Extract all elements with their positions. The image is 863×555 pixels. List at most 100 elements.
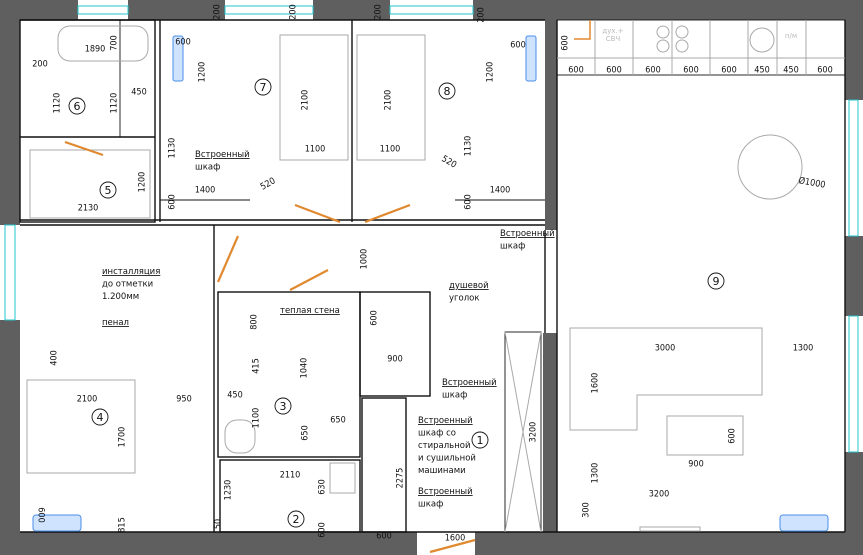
dimension-label: 1890 xyxy=(85,45,106,55)
dimension-label: 800 xyxy=(250,314,260,329)
dimension-label: 815 xyxy=(118,517,128,532)
annotation-wardrobe-room8: Встроенный xyxy=(500,229,555,239)
dimension-label: 1100 xyxy=(252,408,262,429)
window xyxy=(77,5,129,15)
dimension-label: 650 xyxy=(301,425,311,440)
dimension-label: 520 xyxy=(259,176,277,192)
dimension-label: 1000 xyxy=(360,249,370,270)
dimension-label: 1600 xyxy=(591,373,601,394)
dimension-label: 2100 xyxy=(77,395,98,405)
radiator xyxy=(779,514,829,532)
annotation-wardrobe-corridor: Встроенный xyxy=(442,378,497,388)
room-number: 9 xyxy=(713,275,720,288)
dimension-label: 200 xyxy=(477,7,487,22)
annotation-wardrobe-bottom: Встроенный xyxy=(418,487,473,497)
kitchen-counter xyxy=(556,19,846,76)
dimension-label: 1400 xyxy=(490,186,511,196)
dimension-label: 2130 xyxy=(78,204,99,214)
dimension-label: 1200 xyxy=(198,62,208,83)
dimension-label: 950 xyxy=(176,395,191,405)
dimension-label: 450 xyxy=(754,66,769,76)
dimension-label: 900 xyxy=(688,460,703,470)
dimension-label: 600 xyxy=(728,428,738,443)
dimension-label: 450 xyxy=(131,88,146,98)
dimension-label: 300 xyxy=(582,502,592,517)
dimension-label: 1200 xyxy=(486,62,496,83)
room-number: 6 xyxy=(74,100,81,113)
dimension-label: 50 xyxy=(214,519,224,529)
room-number: 4 xyxy=(97,411,104,424)
dimension-label: 3200 xyxy=(649,490,670,500)
dimension-label: 1600 xyxy=(445,534,466,544)
dimension-label: 2275 xyxy=(396,468,406,489)
dimension-label: 2100 xyxy=(301,90,311,111)
dimension-label: 600 xyxy=(561,35,571,50)
window xyxy=(224,5,314,15)
dimension-label: 1400 xyxy=(195,186,216,196)
kitchen-label-oven: дух.+ xyxy=(602,27,623,35)
dimension-label: 2100 xyxy=(384,90,394,111)
window xyxy=(4,224,16,321)
dimension-label: 520 xyxy=(440,154,458,170)
labels: 200 200 200 2001890 7002001120 11204506001200… xyxy=(32,4,832,543)
dimension-label: 600 xyxy=(376,532,391,542)
annotation-wardrobe-laundry: машинами xyxy=(418,466,466,476)
floor-plan: 200 200 200 2001890 7002001120 11204506001200… xyxy=(0,0,863,555)
annotation-wardrobe-room8: шкаф xyxy=(500,242,525,252)
dimension-label: 700 xyxy=(110,35,120,50)
dimension-label: 3200 xyxy=(529,422,539,443)
dimension-label: 600 xyxy=(370,310,380,325)
annotation-shower: душевой xyxy=(449,281,489,291)
dimension-label: 600 xyxy=(817,66,832,76)
kitchen-label-dishwasher: п/м xyxy=(785,32,797,40)
dimension-label: 200 xyxy=(289,4,299,19)
room-number: 1 xyxy=(477,434,484,447)
annotation-pencil-case: пенал xyxy=(102,318,129,328)
dimension-label: 600 xyxy=(175,38,190,48)
dimension-label: 600 xyxy=(36,507,46,522)
annotation-wardrobe-room7: шкаф xyxy=(195,163,220,173)
dimension-label: 200 xyxy=(213,4,223,19)
dimension-label: 2110 xyxy=(280,471,301,481)
window xyxy=(389,5,474,15)
dimension-label: 1120 xyxy=(53,93,63,114)
dimension-label: 900 xyxy=(387,355,402,365)
dimension-label: 1300 xyxy=(793,344,814,354)
dimension-label: 600 xyxy=(721,66,736,76)
dimension-label: 450 xyxy=(227,391,242,401)
dimension-label: 600 xyxy=(168,194,178,209)
annotation-wardrobe-laundry: и сушильной xyxy=(418,454,476,464)
dimension-label: 1120 xyxy=(110,93,120,114)
room-number: 5 xyxy=(105,184,112,197)
annotation-wardrobe-laundry: стиральной xyxy=(418,441,470,451)
annotation-installation: 1.200мм xyxy=(102,292,139,302)
furniture xyxy=(26,25,803,532)
dimension-label: 200 xyxy=(374,4,384,19)
annotation-installation: до отметки xyxy=(102,280,153,290)
dimension-label: 600 xyxy=(568,66,583,76)
dimension-label: 1130 xyxy=(464,136,474,157)
dimension-label: 1100 xyxy=(380,145,401,155)
dimension-label: 630 xyxy=(318,479,328,494)
dimension-label: 600 xyxy=(645,66,660,76)
annotation-installation: инсталляция xyxy=(102,267,160,277)
dimension-label: 415 xyxy=(252,358,262,373)
dimension-label: 200 xyxy=(32,60,47,70)
room-number: 2 xyxy=(293,513,300,526)
dimension-label: 600 xyxy=(464,194,474,209)
annotation-wardrobe-bottom: шкаф xyxy=(418,500,443,510)
annotation-wardrobe-laundry: Встроенный xyxy=(418,416,473,426)
window xyxy=(848,99,859,237)
room-number: 7 xyxy=(260,81,267,94)
kitchen-label-oven: СВЧ xyxy=(606,35,621,43)
dimension-label: 1100 xyxy=(305,145,326,155)
dimension-label: 1130 xyxy=(168,138,178,159)
dimension-label: 600 xyxy=(318,522,328,537)
dimension-label: 600 xyxy=(510,41,525,51)
doors xyxy=(64,140,476,554)
dimension-label: 400 xyxy=(50,350,60,365)
dimension-label: 1700 xyxy=(118,427,128,448)
dimension-label: 600 xyxy=(683,66,698,76)
dimension-label: 1230 xyxy=(224,480,234,501)
annotation-wardrobe-corridor: шкаф xyxy=(442,391,467,401)
